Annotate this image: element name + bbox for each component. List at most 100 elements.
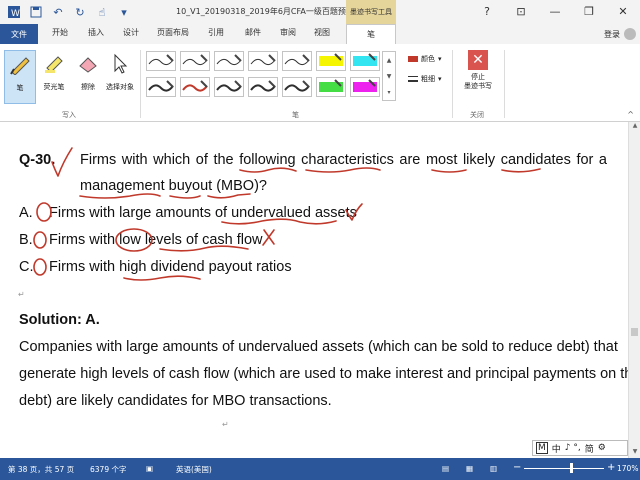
pen-gallery [146, 51, 386, 101]
eraser-label: 擦除 [81, 83, 95, 91]
scroll-down-icon[interactable]: ▼ [387, 73, 392, 80]
pen-swatch[interactable] [248, 51, 278, 71]
pen-swatch[interactable] [350, 51, 380, 71]
eraser-icon [75, 50, 101, 76]
ribbon-display-options-icon[interactable]: ⊡ [504, 0, 538, 22]
highlighter-button[interactable]: 荧光笔 [38, 50, 70, 104]
option-b-text: Firms with low levels of cash flow [49, 232, 263, 248]
tab-home[interactable]: 开始 [52, 27, 68, 38]
pen-swatch[interactable] [316, 77, 346, 97]
zoom-out-button[interactable]: − [513, 462, 521, 473]
word-count[interactable]: 6379 个字 [90, 464, 126, 475]
option-b-letter: B. [19, 232, 33, 248]
pen-color-label: 颜色 [421, 55, 435, 63]
scroll-down-arrow-icon[interactable]: ▼ [629, 448, 640, 458]
pen-label: 笔 [16, 84, 24, 92]
pen-button[interactable]: 笔 [4, 50, 36, 104]
pen-thickness-label: 粗细 [421, 75, 435, 83]
ime-toolbar[interactable]: M 中 ♪ °, 简 ⚙ [532, 440, 628, 456]
word-app-icon[interactable]: W [6, 4, 22, 20]
tab-mailings[interactable]: 邮件 [245, 27, 261, 38]
tab-review[interactable]: 审阅 [280, 27, 296, 38]
scroll-up-arrow-icon[interactable]: ▲ [629, 122, 640, 132]
pen-icon [7, 51, 33, 77]
zoom-slider-thumb[interactable] [570, 463, 574, 473]
solution-heading: Solution: A. [19, 312, 100, 328]
proofing-icon[interactable]: ▣ [146, 464, 153, 473]
minimize-button[interactable]: — [538, 0, 572, 22]
document-page[interactable]: Q-30. Firms with which of the following … [0, 122, 640, 458]
user-avatar-icon[interactable] [624, 28, 636, 40]
scroll-thumb[interactable] [631, 328, 638, 336]
ink-underline-candidates [501, 168, 541, 173]
stop-inking-icon: ✕ [468, 50, 488, 70]
pen-thickness-dropdown[interactable]: 粗细 ▾ [408, 74, 442, 84]
zoom-slider[interactable] [524, 468, 604, 469]
undo-icon[interactable]: ↶ [50, 4, 66, 20]
pen-swatch[interactable] [180, 51, 210, 71]
pen-swatch[interactable] [214, 51, 244, 71]
scroll-up-icon[interactable]: ▲ [387, 57, 392, 64]
quick-access-toolbar: W ↶ ↻ ☝ ▾ [0, 4, 132, 20]
question-text-line-1: Firms with which of the following charac… [80, 152, 607, 168]
paragraph-mark-icon: ↵ [18, 290, 25, 299]
pen-swatch[interactable] [180, 77, 210, 97]
pen-swatch[interactable] [146, 51, 176, 71]
pen-color-dropdown[interactable]: 颜色 ▾ [408, 54, 442, 64]
touch-mode-icon[interactable]: ☝ [94, 4, 110, 20]
ime-simplified[interactable]: 简 [585, 442, 594, 455]
signin-link[interactable]: 登录 [604, 29, 620, 40]
solution-line-1: Companies with large amounts of underval… [19, 339, 618, 355]
read-mode-icon[interactable]: ▤ [442, 464, 449, 473]
zoom-level[interactable]: 170% [617, 464, 638, 473]
tab-view[interactable]: 视图 [314, 27, 330, 38]
redo-icon[interactable]: ↻ [72, 4, 88, 20]
select-arrow-icon [107, 50, 133, 76]
tab-references[interactable]: 引用 [208, 27, 224, 38]
tab-layout[interactable]: 页面布局 [157, 27, 189, 38]
ribbon-separator [452, 50, 453, 118]
pen-gallery-scroll[interactable]: ▲ ▼ ▾ [382, 51, 396, 101]
close-button[interactable]: ✕ [606, 0, 640, 22]
zoom-in-button[interactable]: + [607, 462, 615, 473]
pen-swatch[interactable] [248, 77, 278, 97]
pen-swatch[interactable] [316, 51, 346, 71]
ribbon-pens: 笔 荧光笔 擦除 选择对象 写入 ▲ ▼ ▾ 颜色 ▾ 粗细 ▾ 笔 ✕ 停止墨… [0, 44, 640, 122]
eraser-button[interactable]: 擦除 [72, 50, 104, 104]
question-text-line-2: management buyout (MBO)? [80, 178, 267, 194]
ink-underline-mbo [207, 193, 251, 199]
ime-settings-icon[interactable]: ⚙ [598, 443, 606, 453]
option-c-text: Firms with high dividend payout ratios [49, 259, 292, 275]
ime-options-icon[interactable]: ♪ °, [565, 443, 581, 453]
pen-swatch[interactable] [350, 77, 380, 97]
highlighter-icon [41, 50, 67, 76]
page-count[interactable]: 第 38 页，共 57 页 [8, 464, 74, 475]
pen-swatch[interactable] [282, 51, 312, 71]
tab-file[interactable]: 文件 [0, 24, 38, 44]
option-a-text: Firms with large amounts of undervalued … [49, 205, 357, 221]
select-objects-button[interactable]: 选择对象 [104, 50, 136, 104]
help-icon[interactable]: ? [470, 0, 504, 22]
print-layout-icon[interactable]: ▦ [466, 464, 473, 473]
pen-swatch[interactable] [214, 77, 244, 97]
ime-language[interactable]: 中 [552, 442, 561, 455]
ime-mode[interactable]: M [536, 442, 548, 454]
tab-design[interactable]: 设计 [123, 27, 139, 38]
gallery-more-icon[interactable]: ▾ [387, 89, 390, 96]
language-status[interactable]: 英语(美国) [176, 464, 212, 475]
tab-pens[interactable]: 笔 [346, 24, 396, 44]
pen-color-icon [408, 56, 418, 62]
collapse-ribbon-icon[interactable]: ^ [627, 110, 634, 119]
stop-inking-button[interactable]: ✕ 停止 墨迹书写 [458, 50, 498, 108]
ink-circle-c [33, 258, 47, 276]
save-icon[interactable] [28, 4, 44, 20]
dropdown-arrow-icon: ▾ [438, 75, 442, 83]
tab-insert[interactable]: 插入 [88, 27, 104, 38]
web-layout-icon[interactable]: ▥ [490, 464, 497, 473]
restore-button[interactable]: ❐ [572, 0, 606, 22]
solution-line-2: generate high levels of cash flow (which… [19, 366, 640, 382]
customize-qat-icon[interactable]: ▾ [116, 4, 132, 20]
pen-swatch[interactable] [282, 77, 312, 97]
vertical-scrollbar[interactable]: ▲ ▼ [628, 122, 640, 458]
pen-swatch[interactable] [146, 77, 176, 97]
